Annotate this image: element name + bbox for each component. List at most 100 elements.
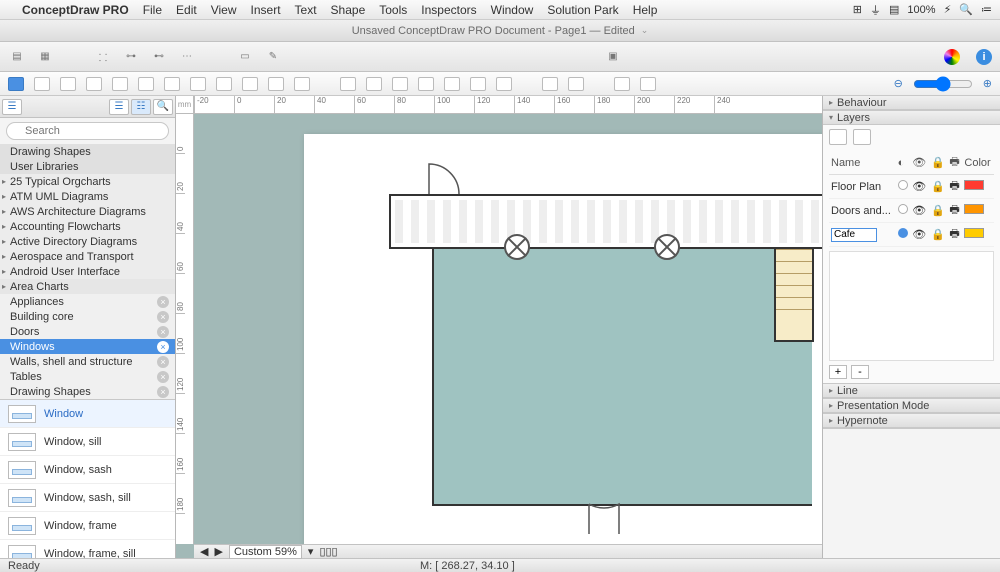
close-icon[interactable]: × (157, 311, 169, 323)
sub-walls[interactable]: Walls, shell and structure× (0, 354, 175, 369)
lib-25-typical-orgcharts[interactable]: ▸25 Typical Orgcharts (0, 174, 175, 189)
connector-tool[interactable] (138, 77, 154, 91)
spline-tool[interactable] (190, 77, 206, 91)
lib-android-ui[interactable]: ▸Android User Interface (0, 264, 175, 279)
clipboard-icon[interactable]: ▭ (236, 48, 254, 66)
info-icon[interactable]: i (976, 49, 992, 65)
library-search-input[interactable] (6, 122, 169, 140)
menu-insert[interactable]: Insert (251, 3, 281, 17)
chart-tool-icon[interactable]: ⸬ (94, 48, 112, 66)
floor-plan-wall-left[interactable] (432, 247, 434, 506)
text-tool[interactable] (86, 77, 102, 91)
close-icon[interactable]: × (157, 356, 169, 368)
close-icon[interactable]: × (157, 386, 169, 398)
flag-icon[interactable]: ▤ (889, 3, 899, 16)
layer-mode-icon[interactable] (829, 129, 847, 145)
sub-drawing-shapes[interactable]: Drawing Shapes× (0, 384, 175, 399)
wifi-icon[interactable]: ⏚ (870, 2, 881, 18)
color-wheel-icon[interactable] (944, 49, 960, 65)
hypernote-icon[interactable]: ✎ (264, 48, 282, 66)
flip-h-tool[interactable] (340, 77, 356, 91)
palette-icon[interactable]: ▦ (36, 48, 54, 66)
zoom-out-button[interactable]: ⊖ (894, 77, 903, 90)
page-next-icon[interactable]: ▶ (214, 545, 222, 558)
sub-doors[interactable]: Doors× (0, 324, 175, 339)
app-name[interactable]: ConceptDraw PRO (22, 3, 129, 17)
sidebar-tab-list[interactable]: ☰ (109, 99, 129, 115)
more-shape-tool[interactable] (294, 77, 310, 91)
shape-window-frame-sill[interactable]: Window, frame, sill (0, 540, 175, 558)
ellipse-tool[interactable] (60, 77, 76, 91)
zoom-slider[interactable] (913, 76, 973, 92)
fullscreen-tool[interactable] (568, 77, 584, 91)
close-icon[interactable]: × (157, 296, 169, 308)
layer-name-input[interactable] (831, 228, 877, 242)
menu-edit[interactable]: Edit (176, 3, 197, 17)
zoom-menu-icon[interactable]: ▾ (308, 545, 314, 558)
add-layer-button[interactable]: + (829, 365, 847, 379)
section-drawing-shapes[interactable]: Drawing Shapes (0, 144, 175, 159)
zoom-in-button[interactable]: ⊕ (983, 77, 992, 90)
shape-window-sill[interactable]: Window, sill (0, 428, 175, 456)
tree-tool-icon[interactable]: ⊶ (122, 48, 140, 66)
lib-aerospace-transport[interactable]: ▸Aerospace and Transport (0, 249, 175, 264)
layer-row-doors[interactable]: Doors and...👁🔒🖶 (829, 199, 994, 223)
close-icon[interactable]: × (157, 371, 169, 383)
lib-active-directory[interactable]: ▸Active Directory Diagrams (0, 234, 175, 249)
zoom-in-tool[interactable] (614, 77, 630, 91)
inspector-presentation-mode[interactable]: ▸Presentation Mode (823, 399, 1000, 413)
section-user-libraries[interactable]: User Libraries (0, 159, 175, 174)
polygon-tool[interactable] (216, 77, 232, 91)
presentation-icon[interactable]: ▣ (604, 48, 622, 66)
menu-help[interactable]: Help (633, 3, 658, 17)
canvas-viewport[interactable] (194, 114, 822, 544)
door-arc-icon[interactable] (424, 159, 464, 199)
revolving-door-icon[interactable] (504, 234, 530, 260)
shape-window-sash-sill[interactable]: Window, sash, sill (0, 484, 175, 512)
menu-text[interactable]: Text (295, 3, 317, 17)
arc-tool[interactable] (164, 77, 180, 91)
floor-plan-wall-line[interactable] (389, 247, 822, 249)
menu-file[interactable]: File (143, 3, 162, 17)
zoom-display[interactable]: Custom 59% (229, 545, 302, 559)
battery-icon[interactable]: ⚡︎ (944, 3, 952, 16)
expand-tool[interactable] (542, 77, 558, 91)
line-tool[interactable] (112, 77, 128, 91)
inspector-layers[interactable]: ▾Layers (823, 111, 1000, 125)
lib-aws-architecture[interactable]: ▸AWS Architecture Diagrams (0, 204, 175, 219)
menu-tools[interactable]: Tools (379, 3, 407, 17)
align-tool[interactable] (470, 77, 486, 91)
bezier-tool[interactable] (242, 77, 258, 91)
page-prev-icon[interactable]: ◀ (200, 545, 208, 558)
close-icon[interactable]: × (157, 326, 169, 338)
menu-solution-park[interactable]: Solution Park (547, 3, 618, 17)
more-tool-icon[interactable]: ⋯ (178, 48, 196, 66)
door-arc-icon[interactable] (584, 499, 624, 539)
sub-windows[interactable]: Windows× (0, 339, 175, 354)
sub-tables[interactable]: Tables× (0, 369, 175, 384)
distribute-tool[interactable] (496, 77, 512, 91)
menu-extra-icon[interactable]: ≔ (981, 3, 992, 16)
rect-tool[interactable] (34, 77, 50, 91)
floor-plan-room[interactable] (432, 244, 812, 504)
libraries-toggle-icon[interactable]: ▤ (8, 48, 26, 66)
rotate-tool[interactable] (392, 77, 408, 91)
shape-window-sash[interactable]: Window, sash (0, 456, 175, 484)
ungroup-tool[interactable] (444, 77, 460, 91)
shape-window-frame[interactable]: Window, frame (0, 512, 175, 540)
pages-thumb-icon[interactable]: ▯▯▯ (319, 545, 337, 558)
layer-mode-icon[interactable] (853, 129, 871, 145)
floor-plan-wall-top[interactable] (389, 194, 822, 249)
close-icon[interactable]: × (157, 341, 169, 353)
chain-tool-icon[interactable]: ⊷ (150, 48, 168, 66)
remove-layer-button[interactable]: - (851, 365, 869, 379)
title-dropdown-icon[interactable]: ⌄ (641, 25, 649, 36)
pointer-tool[interactable] (8, 77, 24, 91)
lib-atm-uml[interactable]: ▸ATM UML Diagrams (0, 189, 175, 204)
inspector-line[interactable]: ▸Line (823, 384, 1000, 398)
sub-building-core[interactable]: Building core× (0, 309, 175, 324)
group-tool[interactable] (418, 77, 434, 91)
sub-appliances[interactable]: Appliances× (0, 294, 175, 309)
menu-window[interactable]: Window (491, 3, 534, 17)
flip-v-tool[interactable] (366, 77, 382, 91)
